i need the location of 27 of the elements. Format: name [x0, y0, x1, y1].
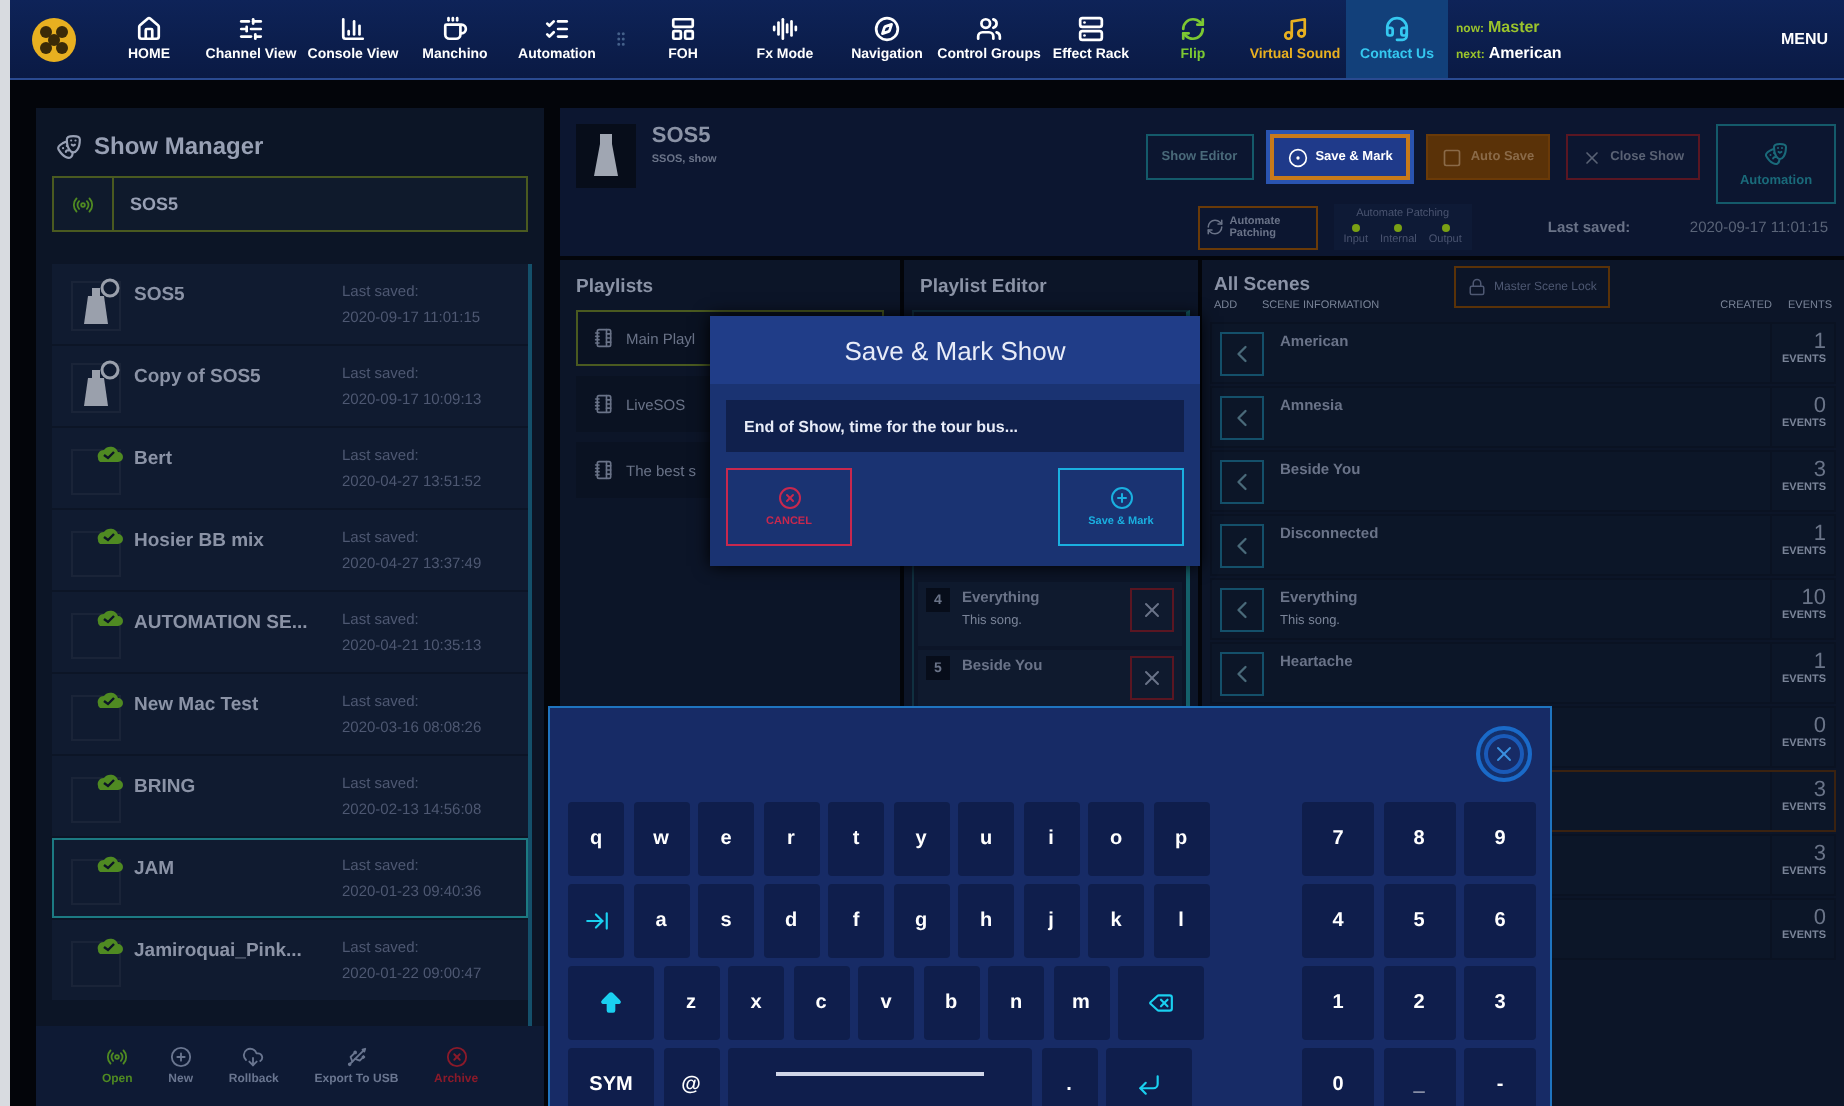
dialog-title: Save & Mark Show — [844, 335, 1066, 365]
show-name: Hosier BB mix — [134, 530, 266, 552]
show-title: SOS5 — [651, 124, 711, 148]
show-name: New Mac Test — [134, 694, 261, 716]
cue-next: American — [1488, 43, 1562, 61]
show-name: Bert — [134, 448, 175, 470]
event-count: 3 — [1813, 458, 1826, 482]
event-count: 1 — [1813, 522, 1826, 546]
cue-now: Master — [1488, 17, 1540, 35]
event-count: 0 — [1813, 394, 1826, 418]
show-name: Copy of SOS5 — [134, 366, 263, 388]
column-title: Playlist Editor — [918, 274, 1049, 302]
event-count: 1 — [1813, 650, 1826, 674]
column-title: Playlists — [574, 274, 656, 302]
show-name: JAM — [134, 858, 177, 880]
event-count: 3 — [1813, 778, 1826, 802]
panel-title: Show Manager — [94, 132, 264, 160]
event-count: 0 — [1813, 714, 1826, 738]
event-count: 10 — [1801, 586, 1826, 610]
event-count: 1 — [1813, 330, 1826, 354]
show-name: AUTOMATION SE... — [134, 612, 310, 634]
show-name: SOS5 — [134, 284, 187, 306]
event-count: 3 — [1813, 842, 1826, 866]
show-name: BRING — [134, 776, 198, 798]
event-count: 0 — [1813, 906, 1826, 930]
show-name: Jamiroquai_Pink... — [134, 940, 304, 962]
column-title: All Scenes — [1214, 274, 1311, 296]
